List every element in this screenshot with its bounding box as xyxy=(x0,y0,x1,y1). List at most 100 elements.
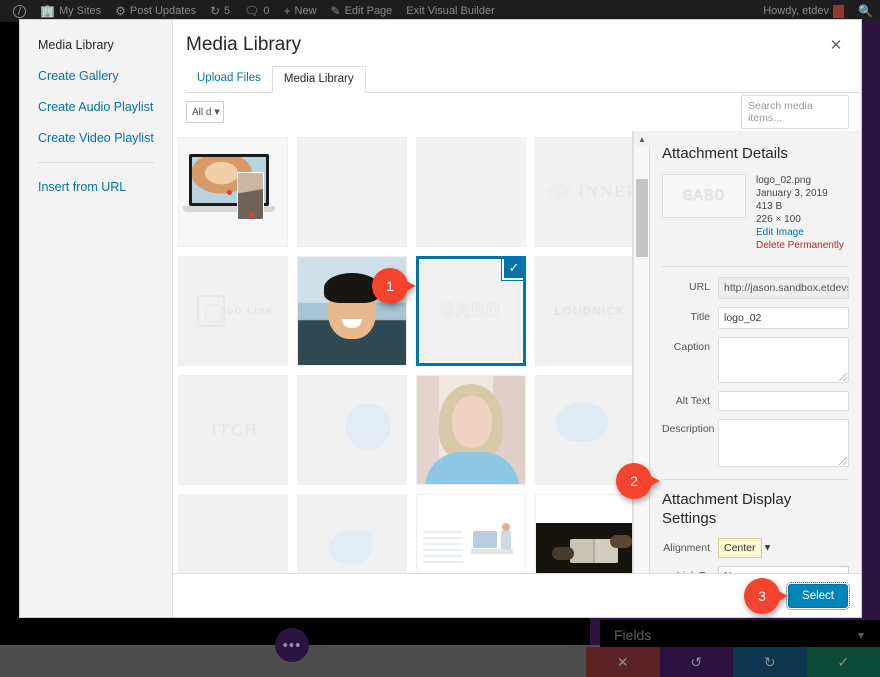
adminbar-label-edit-page: Edit Page xyxy=(345,5,393,17)
chevron-down-icon: ▼ xyxy=(213,106,223,117)
thumbnail-image xyxy=(556,402,608,442)
undo-action-button[interactable]: ↺ xyxy=(660,647,734,677)
field-row-url: URL http://jason.sandbox.etdevs.c xyxy=(662,277,849,299)
alignment-value: Center xyxy=(724,542,756,554)
media-thumb-jobline-logo[interactable]: Job Line xyxy=(178,256,288,366)
callout-marker-2: 2 xyxy=(616,463,660,499)
media-thumb-blank-2[interactable] xyxy=(416,137,526,247)
details-divider xyxy=(662,266,849,267)
sidebar-item-create-audio-playlist[interactable]: Create Audio Playlist xyxy=(38,100,172,114)
sidebar-item-create-gallery[interactable]: Create Gallery xyxy=(38,69,172,83)
sites-icon: 🏢 xyxy=(40,5,55,17)
callout-marker-3: 3 xyxy=(744,578,788,614)
attachment-thumbnail-label: GABO xyxy=(683,187,725,205)
scroll-up-icon[interactable]: ▲ xyxy=(634,131,650,147)
media-thumb-laptop-call[interactable] xyxy=(178,137,288,247)
media-thumb-gabo-logo[interactable]: ✓ GABO xyxy=(416,256,526,366)
scrollbar-thumb[interactable] xyxy=(636,179,648,257)
title-field[interactable]: logo_02 xyxy=(718,307,849,329)
checkmark-icon[interactable]: ✓ xyxy=(502,256,526,280)
field-row-alt-text: Alt Text xyxy=(662,391,849,411)
updates-icon: ⚙ xyxy=(115,5,126,17)
sidebar-item-insert-from-url[interactable]: Insert from URL xyxy=(38,180,172,194)
attachment-thumbnail: GABO xyxy=(662,174,746,218)
plus-icon: + xyxy=(284,5,291,17)
close-icon[interactable]: ✕ xyxy=(823,32,849,58)
select-button[interactable]: Select xyxy=(788,584,848,608)
callout-marker-1: 1 xyxy=(372,268,416,304)
media-thumb-loudnick-logo[interactable]: LOUDNICK xyxy=(535,256,633,366)
alt-text-field[interactable] xyxy=(718,391,849,411)
caption-label: Caption xyxy=(662,337,718,353)
modal-main: Media Library ✕ Upload Files Media Libra… xyxy=(173,20,861,617)
page-title: Media Library xyxy=(186,34,861,56)
tab-upload-files[interactable]: Upload Files xyxy=(186,66,272,92)
display-settings-divider xyxy=(662,479,849,480)
chevron-down-icon: ▾ xyxy=(858,628,864,642)
comment-bubble-icon: 🗨 xyxy=(244,5,259,17)
adminbar-label-comments: 0 xyxy=(263,5,269,17)
media-thumb-blank-1[interactable] xyxy=(297,137,407,247)
modal-tabs: Upload Files Media Library xyxy=(186,66,861,92)
url-label: URL xyxy=(662,277,718,293)
builder-menu-fab[interactable]: ••• xyxy=(275,628,309,662)
chevron-down-icon: ▼ xyxy=(762,543,771,553)
edit-image-link[interactable]: Edit Image xyxy=(756,226,844,239)
attachment-dimensions: 226 × 100 xyxy=(756,213,844,226)
callout-number: 3 xyxy=(744,578,780,614)
media-grid-container: INNER Job Line ✓ xyxy=(173,131,633,617)
media-type-filter-value: All d xyxy=(192,107,211,118)
fields-accordion-row[interactable]: Fields ▾ xyxy=(600,620,880,650)
description-label: Description xyxy=(662,419,718,435)
adminbar-label-new: New xyxy=(295,5,317,17)
thumbnail-image xyxy=(328,530,372,564)
search-input[interactable]: Search media items... xyxy=(741,95,849,129)
save-action-button[interactable]: ✓ xyxy=(807,647,880,677)
media-library-modal: Media Library Create Gallery Create Audi… xyxy=(19,19,862,618)
delete-permanently-link[interactable]: Delete Permanently xyxy=(756,239,844,252)
media-thumb-blue-circle[interactable] xyxy=(297,375,407,485)
display-settings-title: Attachment Display Settings xyxy=(662,490,849,528)
media-toolbar: All d ▼ Search media items... xyxy=(173,93,861,131)
media-grid-scrollbar[interactable]: ▲ ▼ xyxy=(633,131,649,617)
wordpress-logo-icon xyxy=(13,5,26,18)
field-row-alignment: Alignment Center ▼ xyxy=(662,538,849,558)
caption-field[interactable] xyxy=(718,337,849,383)
adminbar-label-updates-count: 5 xyxy=(224,5,230,17)
media-thumb-pitch-logo[interactable]: ITCH xyxy=(178,375,288,485)
thumbnail-label: Job Line xyxy=(179,257,287,365)
adminbar-label-howdy: Howdy, etdev xyxy=(763,5,829,17)
alignment-select[interactable]: Center ▼ xyxy=(718,538,762,558)
url-field[interactable]: http://jason.sandbox.etdevs.c xyxy=(718,277,849,299)
modal-sidebar: Media Library Create Gallery Create Audi… xyxy=(20,20,173,617)
builder-action-bar: ✕ ↺ ↻ ✓ xyxy=(586,647,880,677)
media-thumb-blonde-woman[interactable] xyxy=(416,375,526,485)
field-row-caption: Caption xyxy=(662,337,849,383)
sidebar-item-media-library[interactable]: Media Library xyxy=(38,38,172,52)
pencil-icon: ✎ xyxy=(331,5,341,17)
sidebar-item-create-video-playlist[interactable]: Create Video Playlist xyxy=(38,131,172,145)
search-icon: 🔍 xyxy=(858,5,873,17)
alt-text-label: Alt Text xyxy=(662,391,718,407)
redo-action-button[interactable]: ↻ xyxy=(733,647,807,677)
sidebar-divider xyxy=(38,162,154,163)
attachment-details-title: Attachment Details xyxy=(662,145,849,162)
attachment-date: January 3, 2019 xyxy=(756,187,844,200)
media-type-filter-select[interactable]: All d ▼ xyxy=(186,101,224,123)
fields-label: Fields xyxy=(614,627,651,643)
tab-media-library[interactable]: Media Library xyxy=(272,66,366,93)
attachment-preview-row: GABO logo_02.png January 3, 2019 413 B 2… xyxy=(662,174,849,252)
adminbar-label-my-sites: My Sites xyxy=(59,5,101,17)
adminbar-label-exit-visual-builder: Exit Visual Builder xyxy=(406,5,494,17)
thumbnail-image xyxy=(345,404,391,450)
adminbar-label-post-updates: Post Updates xyxy=(130,5,196,17)
media-thumb-inner-logo[interactable]: INNER xyxy=(535,137,633,247)
attachment-filename: logo_02.png xyxy=(756,174,844,187)
avatar xyxy=(833,5,844,18)
alignment-label: Alignment xyxy=(662,538,718,554)
cancel-action-button[interactable]: ✕ xyxy=(586,647,660,677)
thumbnail-image xyxy=(179,138,287,246)
attachment-details-panel: Attachment Details GABO logo_02.png Janu… xyxy=(649,131,861,617)
callout-number: 1 xyxy=(372,268,408,304)
description-field[interactable] xyxy=(718,419,849,467)
